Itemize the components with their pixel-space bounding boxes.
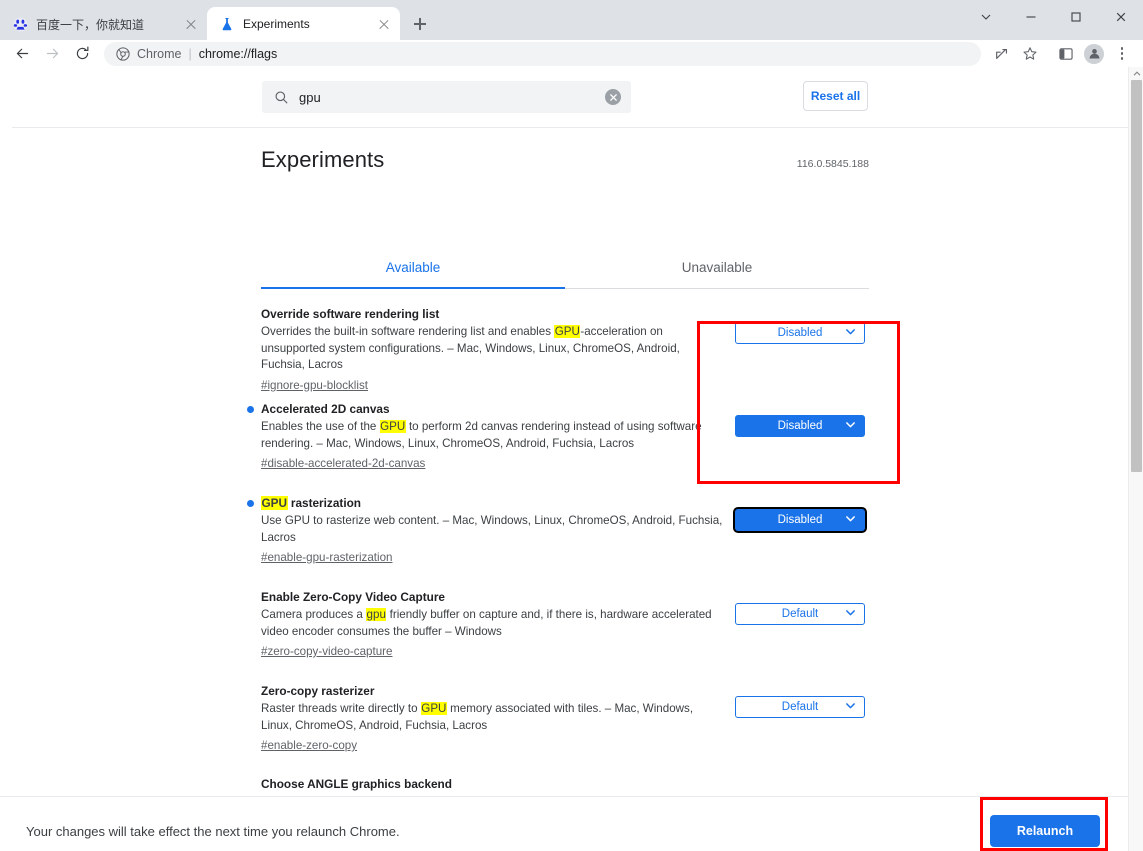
avatar (1084, 43, 1104, 64)
flag-description: Enables the use of the GPU to perform 2d… (261, 420, 702, 450)
flag-title: Choose ANGLE graphics backend (261, 777, 452, 791)
flag-description: Overrides the built-in software renderin… (261, 325, 680, 371)
flag-permalink[interactable]: #enable-gpu-rasterization (261, 551, 392, 564)
flag-info: Zero-copy rasterizer Raster threads write… (261, 684, 723, 754)
relaunch-bar: Your changes will take effect the next t… (0, 796, 1131, 851)
back-arrow-icon[interactable] (8, 40, 36, 68)
filter-tabs: Available Unavailable (261, 247, 869, 289)
chevron-down-icon (845, 326, 856, 340)
page-header: Experiments 116.0.5845.188 (261, 147, 869, 173)
chevron-down-icon (845, 700, 856, 714)
flag-description: Use GPU to rasterize web content. – Mac,… (261, 514, 723, 544)
chrome-version: 116.0.5845.188 (796, 158, 869, 170)
scrollbar-thumb[interactable] (1131, 80, 1142, 472)
forward-arrow-icon[interactable] (38, 40, 66, 68)
flag-state-value: Disabled (777, 420, 823, 432)
flag-info: Override software rendering list Override… (261, 307, 723, 394)
flag-state-select[interactable]: Default (735, 603, 865, 625)
modified-dot-icon (247, 406, 254, 413)
bookmark-star-icon[interactable] (1017, 41, 1043, 67)
relaunch-message: Your changes will take effect the next t… (26, 824, 400, 839)
highlight-match: GPU (554, 325, 581, 338)
omnibox-url: chrome://flags (198, 46, 278, 61)
header-divider (12, 127, 1131, 128)
page-scrollbar[interactable] (1128, 67, 1143, 851)
tab-available[interactable]: Available (261, 247, 565, 289)
flag-state-select[interactable]: Default (735, 696, 865, 718)
close-icon[interactable] (376, 16, 392, 32)
flag-info: GPU rasterization Use GPU to rasterize we… (247, 496, 723, 566)
address-bar[interactable]: Chrome | chrome://flags (104, 41, 981, 66)
tab-search-chevron-down-icon[interactable] (963, 0, 1008, 33)
tab-title: 百度一下，你就知道 (36, 17, 145, 32)
flags-page: Reset all Experiments 116.0.5845.188 Ava… (0, 67, 1143, 851)
flag-title: Accelerated 2D canvas (247, 402, 723, 416)
search-icon (274, 90, 289, 105)
minimize-icon[interactable] (1008, 0, 1053, 33)
flag-state-value: Default (781, 608, 819, 620)
browser-window: 百度一下，你就知道 Experiments Chrome | chrome://… (0, 0, 1143, 851)
flask-icon (219, 16, 235, 32)
page-title: Experiments (261, 147, 385, 172)
flag-permalink[interactable]: #enable-zero-copy (261, 739, 357, 752)
side-panel-icon[interactable] (1053, 41, 1079, 67)
new-tab-button[interactable] (406, 10, 434, 38)
flag-info: Enable Zero-Copy Video Capture Camera pro… (261, 590, 723, 660)
highlight-match: gpu (366, 608, 387, 621)
baidu-icon (12, 16, 28, 32)
reset-all-button[interactable]: Reset all (803, 81, 868, 111)
chrome-icon (116, 46, 130, 61)
toolbar-icons (989, 41, 1135, 67)
flag-title: Override software rendering list (261, 307, 440, 321)
tab-baidu[interactable]: 百度一下，你就知道 (0, 7, 207, 41)
flag-state-value: Disabled (777, 327, 823, 339)
close-icon[interactable] (183, 16, 199, 32)
tab-strip: 百度一下，你就知道 Experiments (0, 0, 1143, 41)
omnibox-separator: | (188, 46, 192, 61)
highlight-match: GPU (261, 496, 288, 510)
omnibox-origin: Chrome (137, 46, 182, 61)
scroll-up-arrow-icon[interactable] (1129, 67, 1143, 80)
chevron-down-icon (845, 607, 856, 621)
clear-x-icon[interactable] (605, 89, 621, 105)
flag-title: GPU rasterization (247, 496, 723, 510)
flag-description: Camera produces a gpu friendly buffer on… (261, 608, 712, 638)
browser-toolbar: Chrome | chrome://flags (0, 40, 1143, 67)
flag-title: Enable Zero-Copy Video Capture (261, 590, 445, 604)
tab-experiments[interactable]: Experiments (207, 7, 400, 41)
tab-unavailable[interactable]: Unavailable (565, 247, 869, 288)
three-dot-menu-icon[interactable] (1109, 41, 1135, 67)
flag-row: Enable Zero-Copy Video Capture Camera pro… (261, 578, 869, 670)
maximize-icon[interactable] (1053, 0, 1098, 33)
flag-permalink[interactable]: #disable-accelerated-2d-canvas (261, 457, 425, 470)
window-controls (963, 0, 1143, 33)
flag-state-value: Disabled (777, 514, 823, 526)
flag-row: Zero-copy rasterizer Raster threads write… (261, 672, 869, 764)
flag-row: Accelerated 2D canvas Enables the use of … (247, 390, 869, 482)
flag-row: Override software rendering list Override… (261, 295, 869, 404)
flag-state-select[interactable]: Disabled (735, 415, 865, 437)
flag-description: Raster threads write directly to GPU mem… (261, 702, 694, 732)
flag-state-value: Default (781, 701, 819, 713)
share-icon[interactable] (989, 41, 1015, 67)
reload-icon[interactable] (68, 40, 96, 68)
chevron-down-icon (845, 419, 856, 433)
flag-permalink[interactable]: #zero-copy-video-capture (261, 645, 392, 658)
highlight-match: GPU (379, 420, 406, 433)
chevron-down-icon (845, 513, 856, 527)
flag-state-select[interactable]: Disabled (735, 509, 865, 531)
search-input[interactable] (299, 89, 595, 105)
flag-info: Accelerated 2D canvas Enables the use of … (247, 402, 723, 472)
modified-dot-icon (247, 500, 254, 507)
flag-row: GPU rasterization Use GPU to rasterize we… (247, 484, 869, 576)
flag-title: Zero-copy rasterizer (261, 684, 375, 698)
highlight-match: GPU (420, 702, 447, 715)
close-icon[interactable] (1098, 0, 1143, 33)
search-flags-box[interactable] (262, 81, 631, 113)
profile-avatar-icon[interactable] (1081, 41, 1107, 67)
flag-state-select[interactable]: Disabled (735, 322, 865, 344)
tab-title: Experiments (243, 17, 310, 31)
